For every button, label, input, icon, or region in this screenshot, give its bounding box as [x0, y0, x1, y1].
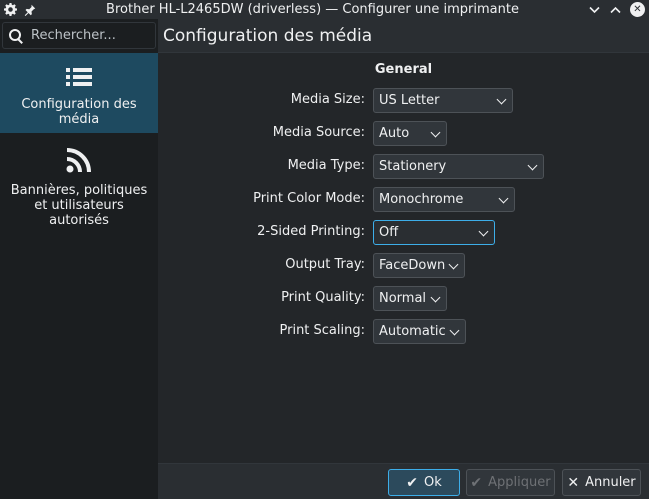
media-size-select[interactable]: US Letter — [373, 88, 513, 113]
window-titlebar: Brother HL-L2465DW (driverless) — Config… — [0, 0, 649, 19]
settings-panel: General Media Size: US Letter Media Sour… — [158, 53, 649, 463]
field-label: Media Source: — [272, 125, 365, 140]
search-input[interactable]: Rechercher... — [2, 22, 156, 49]
sidebar: Rechercher... Configuration des média Ba… — [0, 19, 158, 499]
field-media-source: Media Source: Auto — [158, 121, 649, 146]
list-icon — [66, 67, 92, 91]
media-source-select[interactable]: Auto — [373, 121, 447, 146]
search-icon — [9, 28, 23, 43]
field-label: Output Tray: — [285, 257, 365, 272]
select-value: Monochrome — [379, 192, 464, 207]
select-value: Off — [379, 225, 399, 240]
rss-icon — [66, 147, 92, 177]
field-print-quality: Print Quality: Normal — [158, 286, 649, 311]
field-label: Print Color Mode: — [253, 191, 365, 206]
print-scaling-select[interactable]: Automatic — [373, 319, 466, 344]
check-icon: ✔ — [470, 474, 483, 491]
close-icon[interactable]: ✕ — [630, 2, 645, 17]
select-value: Automatic — [379, 324, 446, 339]
print-color-mode-select[interactable]: Monochrome — [373, 187, 515, 212]
chevron-down-icon — [478, 226, 489, 237]
minimize-chevron-down-icon[interactable] — [585, 1, 604, 18]
field-label: Print Quality: — [281, 290, 365, 305]
select-value: Stationery — [379, 159, 447, 174]
maximize-chevron-up-icon[interactable] — [606, 1, 625, 18]
field-output-tray: Output Tray: FaceDown — [158, 253, 649, 278]
chevron-down-icon — [449, 325, 460, 336]
sidebar-item-banners-policies[interactable]: Bannières, politiques et utilisateurs au… — [0, 143, 158, 233]
print-quality-select[interactable]: Normal — [373, 286, 447, 311]
select-value: US Letter — [379, 93, 440, 108]
field-label: 2-Sided Printing: — [257, 224, 365, 239]
field-label: Print Scaling: — [279, 323, 366, 338]
section-title: General — [374, 62, 433, 77]
chevron-down-icon — [498, 193, 509, 204]
select-value: FaceDown — [379, 258, 446, 273]
field-media-size: Media Size: US Letter — [158, 88, 649, 113]
select-value: Auto — [379, 126, 410, 141]
field-print-scaling: Print Scaling: Automatic — [158, 319, 649, 344]
page-header: Configuration des média — [158, 19, 649, 53]
apply-button-label: Appliquer — [488, 475, 551, 490]
ok-button[interactable]: ✔ Ok — [388, 469, 460, 496]
sidebar-item-label: Bannières, politiques et utilisateurs au… — [10, 183, 148, 228]
close-icon: ✕ — [567, 474, 580, 491]
pin-icon[interactable] — [20, 0, 40, 19]
page-title: Configuration des média — [163, 25, 373, 46]
select-value: Normal — [379, 291, 427, 306]
field-label: Media Size: — [290, 92, 365, 107]
chevron-down-icon — [430, 127, 441, 138]
cancel-button[interactable]: ✕ Annuler — [562, 469, 641, 496]
ok-button-label: Ok — [423, 475, 442, 490]
field-print-color-mode: Print Color Mode: Monochrome — [158, 187, 649, 212]
apply-button[interactable]: ✔ Appliquer — [466, 469, 555, 496]
window-title: Brother HL-L2465DW (driverless) — Config… — [106, 2, 519, 17]
sidebar-item-media-config[interactable]: Configuration des média — [0, 53, 158, 133]
chevron-down-icon — [448, 259, 459, 270]
chevron-down-icon — [527, 160, 538, 171]
output-tray-select[interactable]: FaceDown — [373, 253, 465, 278]
sidebar-item-label: Configuration des média — [21, 97, 137, 127]
check-icon: ✔ — [406, 474, 418, 491]
media-type-select[interactable]: Stationery — [373, 154, 544, 179]
field-label: Media Type: — [287, 158, 365, 173]
field-two-sided-printing: 2-Sided Printing: Off — [158, 220, 649, 245]
cancel-button-label: Annuler — [585, 475, 636, 490]
field-media-type: Media Type: Stationery — [158, 154, 649, 179]
chevron-down-icon — [430, 292, 441, 303]
gear-icon[interactable] — [0, 0, 20, 19]
chevron-down-icon — [496, 94, 507, 105]
search-placeholder: Rechercher... — [31, 28, 116, 43]
dialog-button-bar: ✔ Ok ✔ Appliquer ✕ Annuler — [158, 463, 649, 499]
two-sided-printing-select[interactable]: Off — [373, 220, 495, 245]
